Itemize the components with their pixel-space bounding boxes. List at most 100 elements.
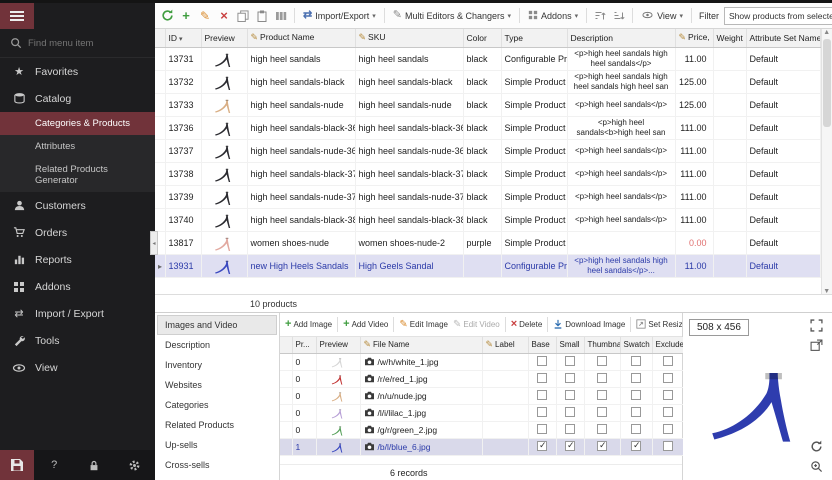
product-row[interactable]: 13731 high heel sandals high heel sandal… (155, 47, 820, 70)
small-checkbox[interactable] (565, 390, 575, 400)
exclude-checkbox[interactable] (663, 373, 673, 383)
sort-desc-button[interactable] (611, 8, 627, 24)
exclude-checkbox[interactable] (663, 407, 673, 417)
product-row[interactable]: ▸ 13931 new High Heels Sandals High Geel… (155, 254, 820, 277)
col-id[interactable]: ID▾ (165, 29, 201, 47)
product-row[interactable]: 13817 women shoes-nude women shoes-nude-… (155, 231, 820, 254)
download-image-button[interactable]: Download Image (551, 317, 627, 333)
tab-cross-sells[interactable]: Cross-sells (157, 455, 277, 475)
media-row[interactable]: 1 /b/l/blue_6.jpg (280, 438, 683, 455)
small-checkbox[interactable] (565, 424, 575, 434)
thumbnail-checkbox[interactable] (597, 390, 607, 400)
copy-button[interactable] (235, 8, 251, 24)
media-row[interactable]: 0 /n/u/nude.jpg (280, 387, 683, 404)
base-checkbox[interactable] (537, 424, 547, 434)
product-row[interactable]: 13736 high heel sandals-black-36 high he… (155, 116, 820, 139)
media-row[interactable]: 0 /g/r/green_2.jpg (280, 421, 683, 438)
rotate-image-button[interactable] (810, 440, 824, 454)
tab-inventory[interactable]: Inventory (157, 355, 277, 375)
tab-product-reviews[interactable]: Product Reviews (157, 475, 277, 480)
col-product-name[interactable]: ✎Product Name (247, 29, 355, 47)
sidebar-item-view[interactable]: View (0, 354, 155, 381)
base-checkbox[interactable] (537, 441, 547, 451)
sidebar-item-reports[interactable]: Reports (0, 246, 155, 273)
thumbnail-checkbox[interactable] (597, 407, 607, 417)
col-attribute-set-name[interactable]: Attribute Set Name (746, 29, 820, 47)
col-file-name[interactable]: ✎File Name (360, 337, 482, 353)
tab-websites[interactable]: Websites (157, 375, 277, 395)
swatch-checkbox[interactable] (631, 356, 641, 366)
add-product-button[interactable]: + (178, 8, 194, 24)
col-small[interactable]: Small (556, 337, 584, 353)
col-position[interactable]: Pr... (292, 337, 316, 353)
row-expander-icon[interactable]: ▸ (158, 262, 162, 271)
settings-button[interactable] (127, 457, 143, 473)
edit-product-button[interactable]: ✎ (197, 8, 213, 24)
thumbnail-checkbox[interactable] (597, 356, 607, 366)
zoom-button[interactable] (810, 460, 824, 474)
sidebar-item-orders[interactable]: Orders (0, 219, 155, 246)
tab-description[interactable]: Description (157, 335, 277, 355)
grid-vertical-scrollbar[interactable]: ▲ ▼ (821, 29, 832, 295)
sidebar-item-addons[interactable]: Addons (0, 273, 155, 300)
base-checkbox[interactable] (537, 407, 547, 417)
product-row[interactable]: 13733 high heel sandals-nude high heel s… (155, 93, 820, 116)
sidebar-item-catalog[interactable]: Catalog (0, 85, 155, 112)
sidebar-item-related-products-generator[interactable]: Related Products Generator (0, 158, 155, 192)
product-row[interactable]: 13732 high heel sandals-black high heel … (155, 70, 820, 93)
scroll-down-icon[interactable]: ▼ (823, 288, 830, 295)
sidebar-item-favorites[interactable]: ★ Favorites (0, 58, 155, 85)
open-in-window-button[interactable] (810, 339, 824, 353)
tab-up-sells[interactable]: Up-sells (157, 435, 277, 455)
view-menu-button[interactable]: View ▾ (638, 8, 686, 24)
sort-asc-button[interactable] (592, 8, 608, 24)
thumbnail-checkbox[interactable] (597, 373, 607, 383)
scrollbar-thumb[interactable] (823, 39, 831, 127)
base-checkbox[interactable] (537, 373, 547, 383)
delete-image-button[interactable]: ×Delete (509, 317, 545, 332)
product-row[interactable]: 13738 high heel sandals-black-37 high he… (155, 162, 820, 185)
col-swatch[interactable]: Swatch (620, 337, 652, 353)
swatch-checkbox[interactable] (631, 390, 641, 400)
swatch-checkbox[interactable] (631, 424, 641, 434)
tab-images-and-video[interactable]: Images and Video (157, 315, 277, 335)
tab-categories[interactable]: Categories (157, 395, 277, 415)
fullscreen-button[interactable] (810, 319, 824, 333)
sidebar-collapse-handle[interactable]: ◂ (150, 231, 158, 255)
media-row[interactable]: 0 /l/i/lilac_1.jpg (280, 404, 683, 421)
swatch-checkbox[interactable] (631, 407, 641, 417)
col-type[interactable]: Type (501, 29, 567, 47)
lock-button[interactable] (86, 457, 102, 473)
sidebar-item-import-export[interactable]: ⇄ Import / Export (0, 300, 155, 327)
addons-menu-button[interactable]: Addons ▾ (525, 8, 581, 24)
add-image-button[interactable]: +Add Image (283, 317, 334, 332)
exclude-checkbox[interactable] (663, 424, 673, 434)
small-checkbox[interactable] (565, 356, 575, 366)
base-checkbox[interactable] (537, 390, 547, 400)
exclude-checkbox[interactable] (663, 390, 673, 400)
refresh-button[interactable] (159, 8, 175, 24)
swatch-checkbox[interactable] (631, 373, 641, 383)
col-exclude[interactable]: Exclude (652, 337, 683, 353)
col-color[interactable]: Color (463, 29, 501, 47)
col-sku[interactable]: ✎SKU (355, 29, 463, 47)
media-row[interactable]: 0 /r/e/red_1.jpg (280, 370, 683, 387)
columns-button[interactable] (273, 8, 289, 24)
set-resize-rule-button[interactable]: Set Resize Rule▾ (634, 317, 682, 333)
tab-related-products[interactable]: Related Products (157, 415, 277, 435)
exclude-checkbox[interactable] (663, 441, 673, 451)
delete-product-button[interactable]: × (216, 8, 232, 24)
help-button[interactable]: ? (46, 457, 62, 473)
col-label[interactable]: ✎Label (482, 337, 528, 353)
menu-toggle-button[interactable] (0, 3, 34, 29)
small-checkbox[interactable] (565, 441, 575, 451)
save-button[interactable] (0, 450, 34, 480)
col-preview[interactable]: Preview (201, 29, 247, 47)
col-media-preview[interactable]: Preview (316, 337, 360, 353)
thumbnail-checkbox[interactable] (597, 424, 607, 434)
sidebar-item-tools[interactable]: Tools (0, 327, 155, 354)
col-description[interactable]: Description (567, 29, 675, 47)
edit-video-button[interactable]: ✎Edit Video (451, 317, 502, 332)
menu-search-input[interactable] (28, 38, 130, 49)
col-weight[interactable]: Weight (713, 29, 746, 47)
